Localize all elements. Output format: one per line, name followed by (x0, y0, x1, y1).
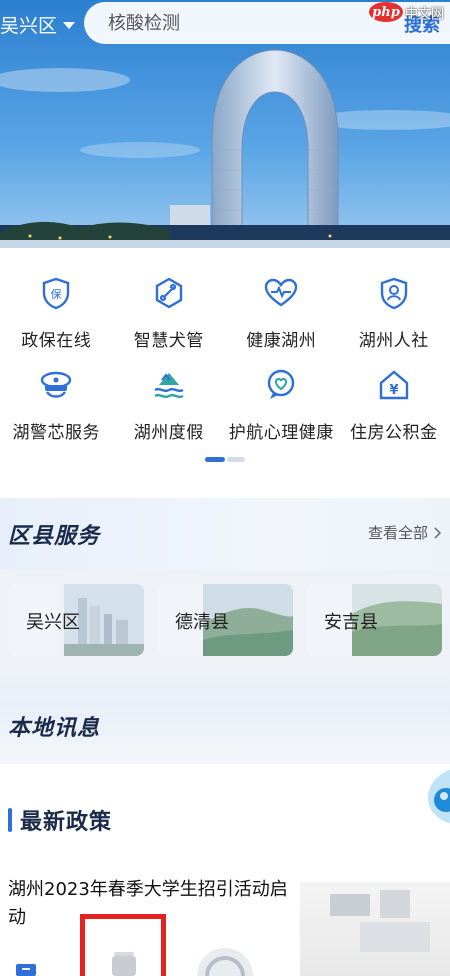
service-label: 湖州人社 (358, 331, 429, 351)
service-item-renshe[interactable]: 湖州人社 (338, 270, 450, 356)
indicator-active (205, 457, 225, 462)
location-label: 吴兴区 (0, 14, 58, 37)
service-grid: 保 政保在线 智慧犬管 健康湖州 湖州人社 湖警芯服务 湖州度假 护航心理健康 … (0, 270, 450, 448)
person-shield-icon (377, 276, 411, 310)
service-item-police[interactable]: 湖警芯服务 (0, 362, 113, 448)
dog-bone-icon (152, 276, 186, 310)
view-all-link[interactable]: 查看全部 (368, 522, 442, 543)
heart-bubble-icon (264, 368, 298, 402)
floating-assistant-button[interactable] (414, 768, 450, 824)
policy-header: 最新政策 (8, 804, 112, 836)
location-selector[interactable]: 吴兴区 (0, 10, 76, 38)
service-label: 湖警芯服务 (12, 423, 100, 443)
assistant-icon (428, 769, 450, 824)
indicator-inactive (227, 457, 245, 462)
district-name: 德清县 (175, 612, 229, 633)
service-item-housing-fund[interactable]: ¥ 住房公积金 (338, 362, 450, 448)
service-label: 护航心理健康 (228, 423, 334, 443)
section-marker (8, 808, 12, 832)
service-label: 住房公积金 (350, 423, 438, 443)
policy-title: 最新政策 (20, 810, 113, 835)
service-label: 健康湖州 (246, 331, 317, 351)
service-item-dog[interactable]: 智慧犬管 (113, 270, 226, 356)
district-card-deqing[interactable]: 德清县 (157, 584, 293, 656)
district-title: 区县服务 (8, 524, 101, 549)
district-card-anji[interactable]: 安吉县 (306, 584, 442, 656)
chevron-right-icon (434, 526, 442, 539)
police-cap-icon (39, 368, 73, 402)
shield-bao-icon: 保 (39, 276, 73, 310)
watermark-logo: php (368, 2, 403, 22)
chevron-down-icon (63, 21, 76, 29)
bottom-nav (0, 920, 450, 976)
district-name: 安吉县 (324, 612, 378, 633)
page-indicator (205, 457, 245, 462)
resort-icon (152, 368, 186, 402)
app-screen: 吴兴区 搜索 php 中文网 保 政保在线 智慧犬管 (0, 0, 450, 976)
service-item-health[interactable]: 健康湖州 (225, 270, 338, 356)
svg-text:¥: ¥ (389, 383, 398, 398)
watermark: php 中文网 (368, 2, 444, 22)
service-item-zhengbao[interactable]: 保 政保在线 (0, 270, 113, 356)
district-cards: 吴兴区 德清县 安吉县 (0, 570, 450, 666)
view-all-label: 查看全部 (367, 524, 428, 542)
local-news-title: 本地讯息 (8, 716, 101, 741)
watermark-text: 中文网 (404, 6, 444, 22)
bottom-nav-icons (16, 948, 253, 976)
house-yuan-icon: ¥ (377, 368, 411, 402)
service-item-mental[interactable]: 护航心理健康 (225, 362, 338, 448)
search-input[interactable] (84, 12, 374, 34)
service-label: 政保在线 (21, 331, 92, 351)
district-card-wuxing[interactable]: 吴兴区 (8, 584, 144, 656)
heart-pulse-icon (264, 276, 298, 310)
service-label: 湖州度假 (133, 423, 204, 443)
service-label: 智慧犬管 (133, 331, 204, 351)
hero-banner[interactable]: 吴兴区 搜索 php 中文网 (0, 0, 450, 248)
highlight-box (80, 914, 166, 976)
district-name: 吴兴区 (26, 612, 80, 633)
svg-text:保: 保 (51, 287, 62, 301)
service-item-resort[interactable]: 湖州度假 (113, 362, 226, 448)
